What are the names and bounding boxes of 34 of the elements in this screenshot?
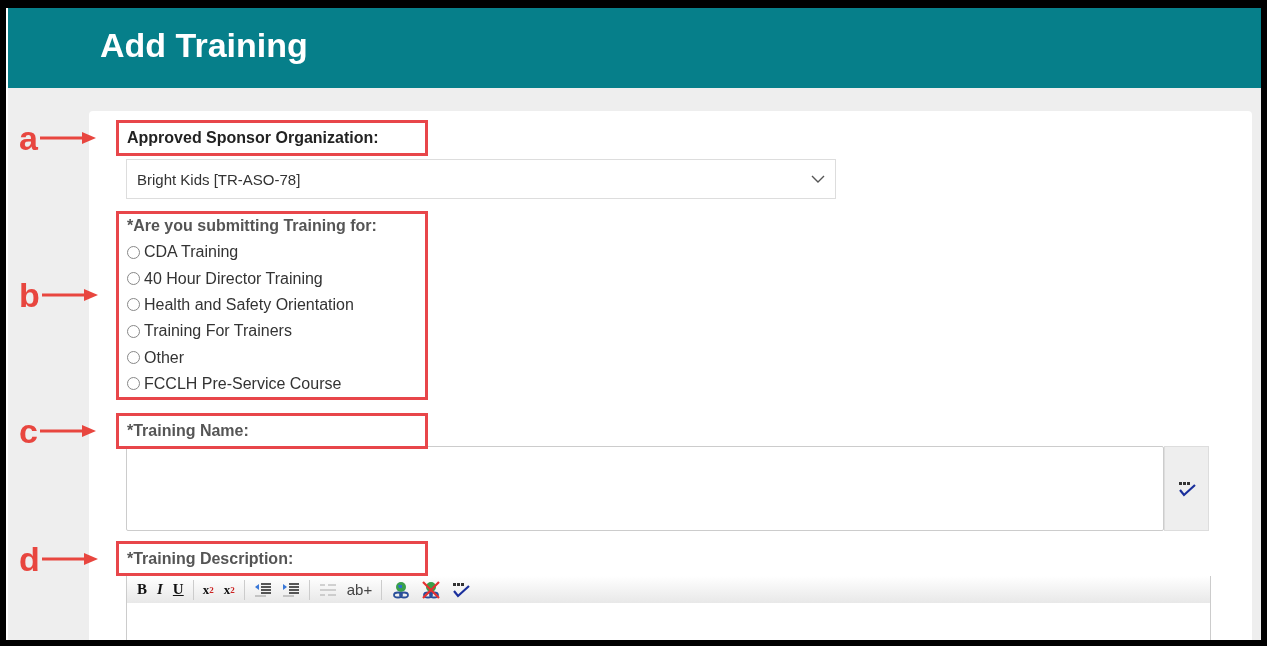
annotation-arrow: [39, 131, 96, 145]
sponsor-select[interactable]: Bright Kids [TR-ASO-78]: [126, 159, 836, 199]
training-name-field[interactable]: [126, 446, 1164, 531]
toolbar-button[interactable]: I: [153, 581, 167, 598]
page-title: Add Training: [100, 26, 308, 65]
toolbar-button[interactable]: U: [168, 581, 188, 598]
horizontal-rule-icon: [318, 581, 337, 598]
field-label: Approved Sponsor Organization:: [127, 129, 380, 147]
annotation-letter: a: [19, 119, 38, 157]
annotation-letter: d: [19, 540, 40, 578]
radio-option[interactable]: 40 Hour Director Training: [127, 269, 417, 288]
toolbar-button[interactable]: B: [133, 581, 151, 598]
field-label: *Are you submitting Training for:: [127, 217, 378, 235]
spellcheck-button[interactable]: [1164, 446, 1209, 531]
radio-option[interactable]: Training For Trainers: [127, 322, 417, 341]
field-label: *Training Description:: [127, 550, 295, 568]
radio-option[interactable]: Other: [127, 348, 417, 367]
chevron-down-icon: [811, 175, 825, 183]
radio-option[interactable]: CDA Training: [127, 243, 417, 262]
annotation-letter: c: [19, 412, 38, 450]
annotation-arrow: [39, 424, 96, 438]
annotation-letter: b: [19, 276, 40, 314]
field-label: *Training Name:: [127, 422, 250, 440]
toolbar-button[interactable]: ab+: [342, 581, 377, 598]
radio-option[interactable]: Health and Safety Orientation: [127, 296, 417, 314]
radio-option[interactable]: FCCLH Pre-Service Course: [127, 374, 417, 393]
unlink-icon: [421, 580, 442, 599]
annotation-arrow: [41, 288, 98, 302]
annotation-arrow: [41, 552, 98, 566]
globe-link-icon: [391, 580, 412, 599]
spellcheck-icon: [1176, 480, 1197, 497]
outdent-icon: [253, 581, 272, 598]
indent-icon: [281, 581, 300, 598]
spellcheck-icon: [451, 581, 472, 598]
